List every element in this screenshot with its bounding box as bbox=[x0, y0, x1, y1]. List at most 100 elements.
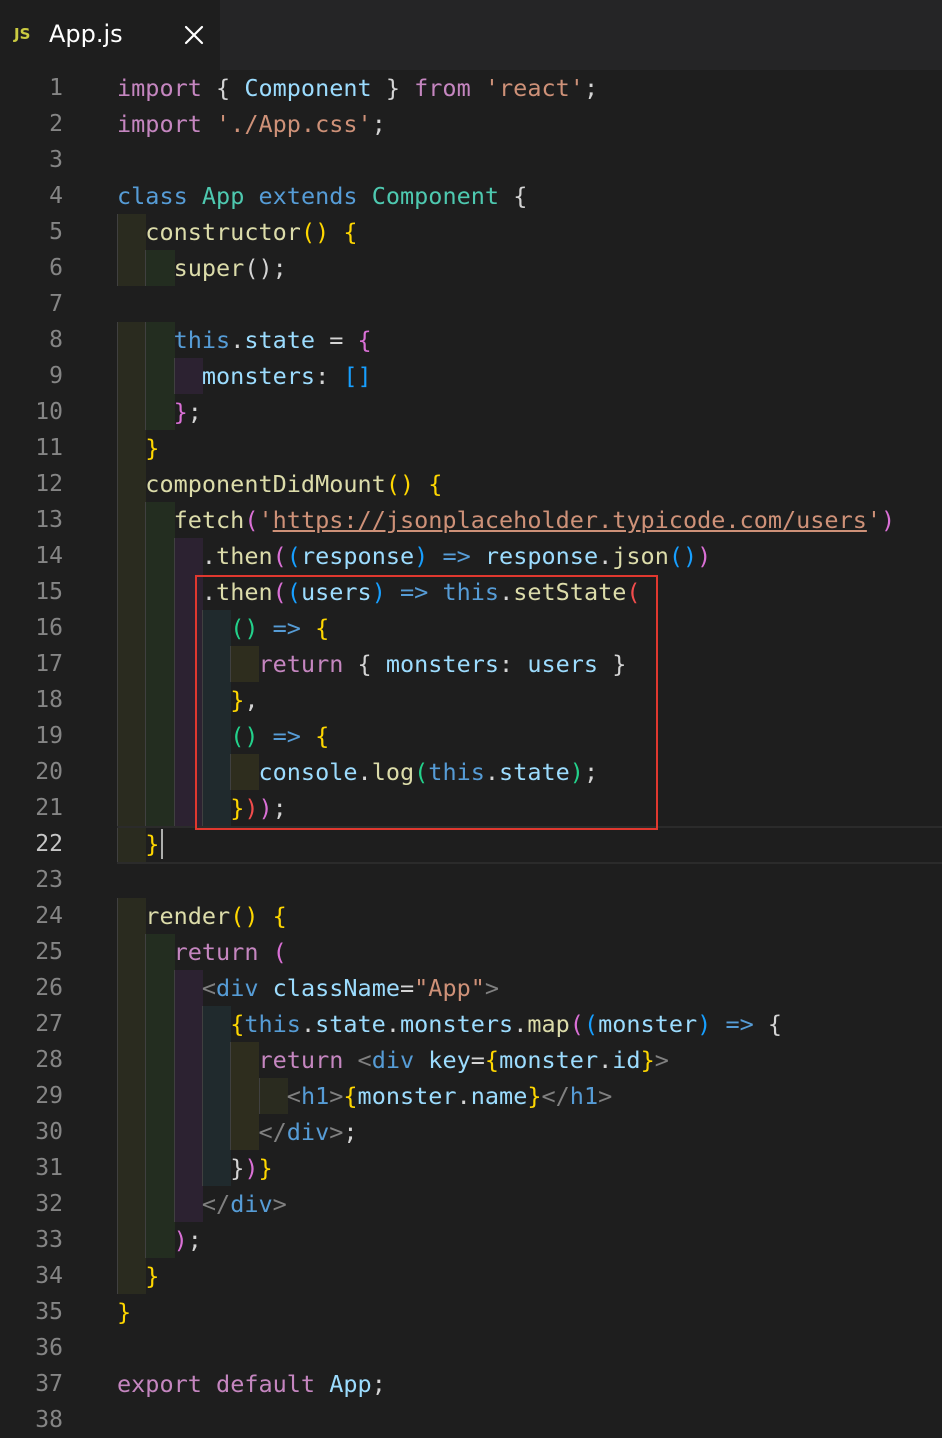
code-line[interactable]: 27 {this.state.monsters.map((monster) =>… bbox=[0, 1006, 942, 1042]
code-token: ) bbox=[258, 794, 273, 822]
code-line[interactable]: 16 () => { bbox=[0, 610, 942, 646]
code-token: . bbox=[456, 1082, 471, 1110]
code-text: import './App.css'; bbox=[117, 106, 386, 142]
code-token: { bbox=[357, 326, 372, 354]
line-number: 36 bbox=[35, 1335, 63, 1361]
line-number: 37 bbox=[35, 1371, 63, 1397]
line-number: 3 bbox=[49, 147, 63, 173]
code-token: App bbox=[329, 1370, 372, 1398]
close-icon[interactable] bbox=[179, 20, 209, 50]
line-number: 29 bbox=[35, 1083, 63, 1109]
code-line[interactable]: 11 } bbox=[0, 430, 942, 466]
code-line[interactable]: 26 <div className="App"> bbox=[0, 970, 942, 1006]
code-token: ) bbox=[244, 1154, 259, 1182]
code-line[interactable]: 18 }, bbox=[0, 682, 942, 718]
code-line[interactable]: 12 componentDidMount() { bbox=[0, 466, 942, 502]
code-line[interactable]: 3 bbox=[0, 142, 942, 178]
code-line[interactable]: 2 import './App.css'; bbox=[0, 106, 942, 142]
code-line[interactable]: 1 import { Component } from 'react'; bbox=[0, 70, 942, 106]
code-line[interactable]: 6 super(); bbox=[0, 250, 942, 286]
code-line[interactable]: 5 constructor() { bbox=[0, 214, 942, 250]
code-token: h1 bbox=[300, 1082, 330, 1110]
code-line[interactable]: 17 return { monsters: users } bbox=[0, 646, 942, 682]
code-token: ) bbox=[569, 758, 584, 786]
code-token: state bbox=[499, 758, 570, 786]
code-token: } bbox=[145, 434, 160, 462]
line-number: 28 bbox=[35, 1047, 63, 1073]
code-token: } bbox=[173, 398, 188, 426]
code-line[interactable]: 33 ); bbox=[0, 1222, 942, 1258]
code-token: json bbox=[612, 542, 669, 570]
code-token: . bbox=[230, 326, 245, 354]
code-line[interactable]: 19 () => { bbox=[0, 718, 942, 754]
code-line[interactable]: 20 console.log(this.state); bbox=[0, 754, 942, 790]
code-token: ( bbox=[583, 1010, 599, 1038]
code-line[interactable]: 32 </div> bbox=[0, 1186, 942, 1222]
tab-label: App.js bbox=[49, 20, 123, 48]
code-line[interactable]: 8 this.state = { bbox=[0, 322, 942, 358]
code-line[interactable]: 4 class App extends Component { bbox=[0, 178, 942, 214]
code-line[interactable]: 31 })} bbox=[0, 1150, 942, 1186]
code-line[interactable]: 21 })); bbox=[0, 790, 942, 826]
code-token: } bbox=[230, 794, 245, 822]
code-line[interactable]: 35} bbox=[0, 1294, 942, 1330]
code-line[interactable]: 37 export default App; bbox=[0, 1366, 942, 1402]
code-line[interactable]: 30 </div>; bbox=[0, 1114, 942, 1150]
tab-app-js[interactable]: JS App.js bbox=[0, 0, 220, 70]
code-line[interactable]: 10 }; bbox=[0, 394, 942, 430]
code-line[interactable]: 14 .then((response) => response.json()) bbox=[0, 538, 942, 574]
line-number: 8 bbox=[49, 327, 63, 353]
code-line[interactable]: 38 bbox=[0, 1402, 942, 1438]
code-token: . bbox=[117, 578, 217, 606]
code-line[interactable]: 9 monsters: [] bbox=[0, 358, 942, 394]
line-number: 9 bbox=[49, 363, 63, 389]
line-number: 12 bbox=[35, 471, 63, 497]
code-line[interactable]: 7 bbox=[0, 286, 942, 322]
code-token: ; bbox=[187, 1226, 202, 1254]
code-token: => bbox=[725, 1010, 754, 1038]
code-line[interactable]: 36 bbox=[0, 1330, 942, 1366]
code-line[interactable]: 15 .then((users) => this.setState( bbox=[0, 574, 942, 610]
line-number: 27 bbox=[35, 1011, 63, 1037]
code-token: response bbox=[484, 542, 599, 570]
code-line[interactable]: 13 fetch('https://jsonplaceholder.typico… bbox=[0, 502, 942, 538]
code-line[interactable]: 29 <h1>{monster.name}</h1> bbox=[0, 1078, 942, 1114]
code-token: div bbox=[230, 1190, 273, 1218]
code-line[interactable]: 24 render() { bbox=[0, 898, 942, 934]
code-token: { bbox=[315, 722, 330, 750]
line-number: 35 bbox=[35, 1299, 63, 1325]
code-line[interactable]: 23 bbox=[0, 862, 942, 898]
code-text: componentDidMount() { bbox=[117, 466, 442, 502]
code-line[interactable]: 34 } bbox=[0, 1258, 942, 1294]
line-number: 32 bbox=[35, 1191, 63, 1217]
code-token: monsters bbox=[385, 650, 500, 678]
code-token: id bbox=[612, 1046, 641, 1074]
code-token: state bbox=[315, 1010, 386, 1038]
line-number: 22 bbox=[35, 831, 63, 857]
code-text: } bbox=[117, 430, 159, 466]
code-token: div bbox=[286, 1118, 330, 1146]
code-token: return bbox=[173, 938, 259, 966]
code-text: </div>; bbox=[117, 1114, 357, 1150]
code-text: {this.state.monsters.map((monster) => { bbox=[117, 1006, 782, 1042]
code-token: () bbox=[668, 542, 698, 570]
code-token: < bbox=[201, 974, 217, 1002]
code-token: from bbox=[414, 74, 471, 102]
code-token: => bbox=[400, 578, 429, 606]
code-token: () { bbox=[385, 470, 443, 498]
code-token: . bbox=[598, 1046, 613, 1074]
code-line[interactable]: 28 return <div key={monster.id}> bbox=[0, 1042, 942, 1078]
code-line[interactable]: 25 return ( bbox=[0, 934, 942, 970]
code-editor[interactable]: 1 import { Component } from 'react'; 2 impo… bbox=[0, 70, 942, 1433]
